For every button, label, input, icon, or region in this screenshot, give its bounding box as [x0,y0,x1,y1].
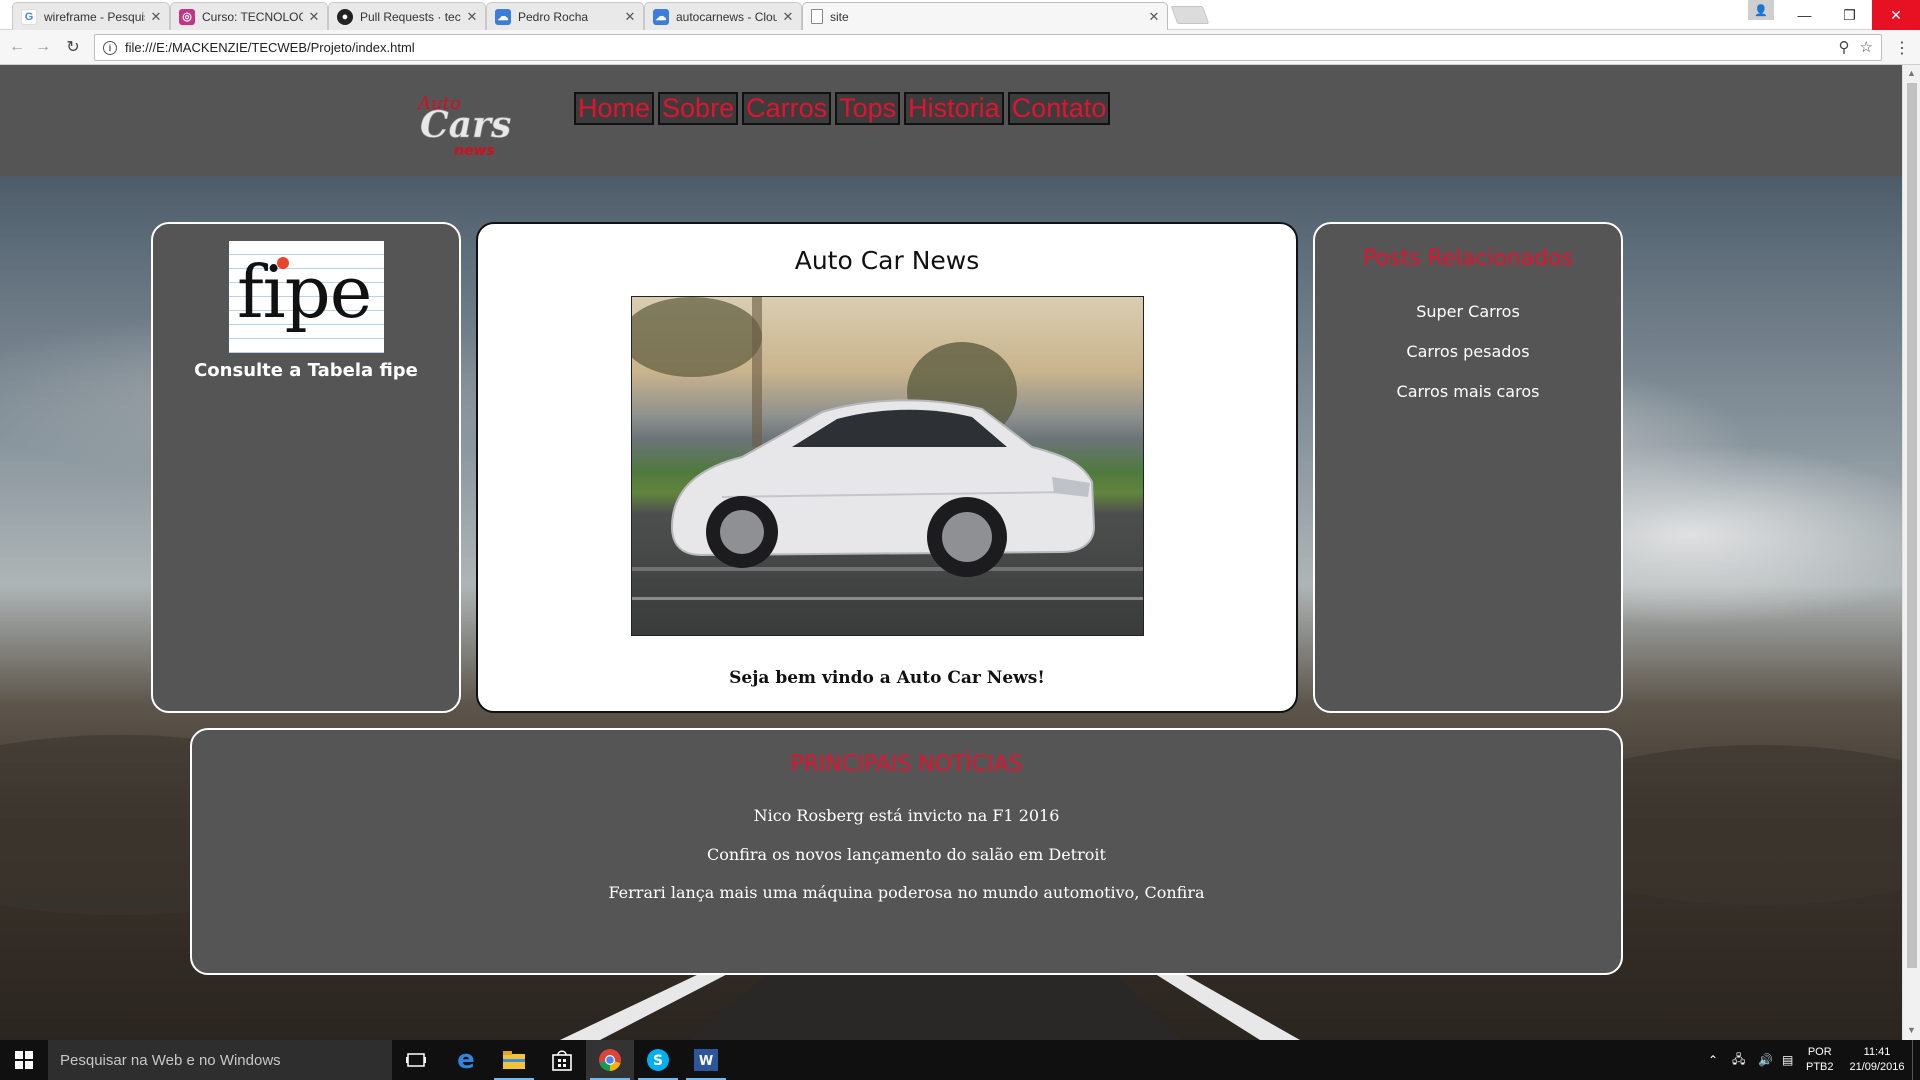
google-icon: G [21,8,37,25]
related-link-carros-mais-caros[interactable]: Carros mais caros [1315,382,1621,401]
task-view-icon[interactable] [392,1040,440,1080]
tab-title: wireframe - Pesquisa Go [44,9,145,24]
bookmark-star-icon[interactable]: ☆ [1860,38,1873,56]
nav-historia[interactable]: Historia [904,92,1004,125]
nav-tops[interactable]: Tops [835,92,901,125]
welcome-panel: Auto Car News Seja bem vindo a Auto Car … [476,222,1298,713]
input-language[interactable]: POR PTB2 [1806,1040,1834,1080]
keyboard-layout: PTB2 [1806,1061,1834,1073]
new-tab-button[interactable] [1170,6,1210,24]
fipe-logo[interactable]: fipe [229,241,384,353]
start-button[interactable] [0,1040,48,1080]
nav-home[interactable]: Home [574,92,655,125]
github-icon: ● [337,8,353,25]
language-code: POR [1807,1046,1832,1058]
nav-carros[interactable]: Carros [742,92,832,125]
cloud9-icon: ☁ [495,8,511,25]
word-icon[interactable]: W [682,1040,730,1080]
close-icon[interactable]: ✕ [1147,9,1161,25]
scroll-up-icon[interactable]: ▲ [1907,68,1916,78]
page-viewport: Auto Cars news Home Sobre Carros Tops Hi… [0,65,1902,1040]
volume-icon[interactable]: 🔊 [1758,1040,1773,1080]
site-logo[interactable]: Auto Cars news [412,87,512,159]
taskbar-search[interactable]: Pesquisar na Web e no Windows [48,1040,392,1080]
close-icon[interactable]: ✕ [465,9,479,25]
instagram-icon: ◎ [179,8,195,25]
forward-icon[interactable]: → [32,36,54,58]
url-text: file:///E:/MACKENZIE/TECWEB/Projeto/inde… [125,40,415,55]
close-icon[interactable]: ✕ [149,9,163,25]
scroll-down-icon[interactable]: ▼ [1907,1025,1916,1035]
clock-time: 11:41 [1863,1046,1891,1058]
fipe-logo-text: fipe [237,250,372,334]
svg-text:news: news [454,143,495,159]
news-panel: PRINCIPAIS NOTÍCIAS Nico Rosberg está in… [190,728,1623,975]
page-icon [811,9,823,24]
nav-sobre[interactable]: Sobre [658,92,739,125]
welcome-text: Seja bem vindo a Auto Car News! [729,668,1045,688]
windows-taskbar: Pesquisar na Web e no Windows e S W ⌃ 🖧 … [0,1040,1920,1080]
close-icon[interactable]: ✕ [307,9,321,25]
tab-title: site [830,9,849,24]
store-icon[interactable] [538,1040,586,1080]
tab-curso[interactable]: ◎ Curso: TECNOLOGIA WE ✕ [170,2,328,30]
address-bar[interactable]: i file:///E:/MACKENZIE/TECWEB/Projeto/in… [94,34,1882,61]
page-title: Auto Car News [794,246,980,275]
news-item[interactable]: Nico Rosberg está invicto na F1 2016 [192,806,1621,825]
file-explorer-icon[interactable] [490,1040,538,1080]
edge-icon[interactable]: e [442,1040,490,1080]
nav-contato[interactable]: Contato [1007,92,1111,125]
info-icon[interactable]: i [103,40,117,55]
fipe-logo-dot [277,257,289,269]
close-icon[interactable]: ✕ [781,9,795,25]
windows-icon [15,1051,33,1069]
clock[interactable]: 11:41 21/09/2016 [1846,1040,1908,1080]
skype-icon[interactable]: S [634,1040,682,1080]
tab-site[interactable]: site ✕ [802,2,1168,30]
back-icon[interactable]: ← [6,36,28,58]
related-link-carros-pesados[interactable]: Carros pesados [1315,342,1621,361]
main-nav: Home Sobre Carros Tops Historia Contato [574,92,1111,125]
zoom-icon[interactable]: ⚲ [1839,38,1850,56]
minimize-button[interactable]: — [1782,0,1827,30]
tab-title: Pull Requests · tec-webl [360,9,461,24]
fipe-panel: fipe Consulte a Tabela fipe [151,222,461,713]
news-item[interactable]: Confira os novos lançamento do salão em … [192,845,1621,864]
tab-title: Curso: TECNOLOGIA WE [202,9,303,24]
related-posts-title: Posts Relacionados [1363,246,1573,271]
related-link-super-carros[interactable]: Super Carros [1315,302,1621,321]
tab-strip: G wireframe - Pesquisa Go ✕ ◎ Curso: TEC… [0,0,1920,30]
tab-autocarnews[interactable]: ☁ autocarnews - Cloud9 ✕ [644,2,802,30]
vertical-scrollbar[interactable]: ▲ ▼ [1902,65,1920,1040]
svg-text:Cars: Cars [420,104,511,146]
hero-car-image [631,296,1144,636]
network-icon[interactable]: 🖧 [1732,1040,1745,1080]
cloud9-icon: ☁ [653,8,669,25]
show-desktop-button[interactable] [1912,1040,1920,1080]
tab-pull-requests[interactable]: ● Pull Requests · tec-webl ✕ [328,2,486,30]
svg-text:W: W [699,1054,713,1069]
browser-menu-icon[interactable]: ⋮ [1894,38,1910,58]
close-window-button[interactable]: ✕ [1872,0,1920,30]
browser-toolbar: ← → ↻ i file:///E:/MACKENZIE/TECWEB/Proj… [0,30,1920,65]
related-posts-panel: Posts Relacionados Super Carros Carros p… [1313,222,1623,713]
fipe-caption[interactable]: Consulte a Tabela fipe [153,360,459,381]
news-title: PRINCIPAIS NOTÍCIAS [790,752,1023,777]
clock-date: 21/09/2016 [1849,1061,1905,1073]
reload-icon[interactable]: ↻ [62,36,84,58]
tab-title: autocarnews - Cloud9 [676,9,777,24]
news-item[interactable]: Ferrari lança mais uma máquina poderosa … [192,883,1621,902]
svg-text:S: S [653,1053,663,1069]
restore-button[interactable]: ❐ [1827,0,1872,30]
profile-icon[interactable]: 👤 [1748,0,1774,20]
chrome-icon[interactable] [586,1040,634,1080]
site-header: Auto Cars news Home Sobre Carros Tops Hi… [0,65,1902,176]
scrollbar-thumb[interactable] [1907,83,1917,968]
notifications-icon[interactable]: ▤ [1782,1040,1793,1080]
tab-pedro-rocha[interactable]: ☁ Pedro Rocha ✕ [486,2,644,30]
tab-title: Pedro Rocha [518,9,589,24]
show-hidden-icons[interactable]: ⌃ [1708,1040,1718,1080]
tab-wireframe[interactable]: G wireframe - Pesquisa Go ✕ [12,2,170,30]
close-icon[interactable]: ✕ [623,9,637,25]
